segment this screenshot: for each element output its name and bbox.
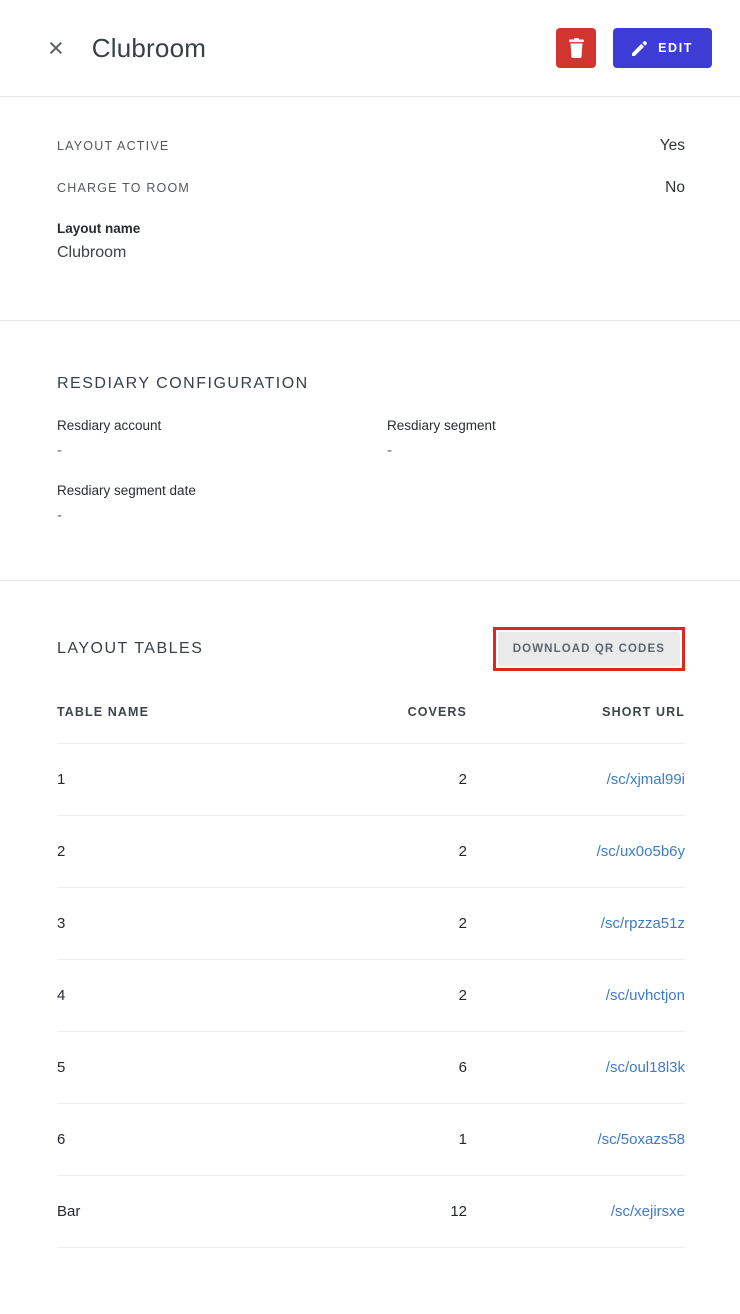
resdiary-account-value: - xyxy=(57,442,62,459)
table-row: 2 2 /sc/ux0o5b6y xyxy=(57,816,685,888)
table-name-cell: Bar xyxy=(57,1203,81,1220)
pencil-icon xyxy=(632,40,648,56)
resdiary-segment-label: Resdiary segment xyxy=(387,418,496,433)
panel-header: × Clubroom EDIT xyxy=(0,0,740,97)
layout-name-value: Clubroom xyxy=(57,244,127,261)
covers-cell: 2 xyxy=(458,987,467,1004)
short-url-link[interactable]: /sc/rpzza51z xyxy=(467,915,685,932)
resdiary-heading: RESDIARY CONFIGURATION xyxy=(57,375,309,392)
edit-button-label: EDIT xyxy=(658,41,693,55)
layout-active-label: LAYOUT ACTIVE xyxy=(57,139,170,153)
table-header-row: TABLE NAME COVERS SHORT URL xyxy=(57,705,685,744)
layout-name-label: Layout name xyxy=(57,221,141,236)
column-header-short-url: SHORT URL xyxy=(602,705,685,719)
covers-cell: 6 xyxy=(458,1059,467,1076)
charge-to-room-label: CHARGE TO ROOM xyxy=(57,181,191,195)
covers-cell: 12 xyxy=(450,1203,467,1220)
download-qr-codes-highlight: DOWNLOAD QR CODES xyxy=(492,627,685,671)
resdiary-segment-field: Resdiary segment - xyxy=(387,418,685,459)
resdiary-fields: Resdiary account - Resdiary segment - Re… xyxy=(57,418,685,524)
table-row: 3 2 /sc/rpzza51z xyxy=(57,888,685,960)
short-url-link[interactable]: /sc/xjmal99i xyxy=(467,771,685,788)
summary-row-layout-active: LAYOUT ACTIVE Yes xyxy=(57,137,685,155)
table-row: 1 2 /sc/xjmal99i xyxy=(57,744,685,816)
delete-button[interactable] xyxy=(556,28,597,68)
table-name-cell: 6 xyxy=(57,1131,66,1148)
resdiary-segment-date-field: Resdiary segment date - xyxy=(57,483,387,524)
resdiary-account-field: Resdiary account - xyxy=(57,418,387,459)
covers-cell: 2 xyxy=(458,771,467,788)
short-url-link[interactable]: /sc/uvhctjon xyxy=(467,987,685,1004)
covers-cell: 2 xyxy=(458,915,467,932)
column-header-covers: COVERS xyxy=(407,705,467,719)
layout-tables-header-bar: LAYOUT TABLES DOWNLOAD QR CODES xyxy=(57,627,685,671)
trash-icon xyxy=(568,38,585,58)
summary-row-charge-to-room: CHARGE TO ROOM No xyxy=(57,179,685,197)
covers-cell: 1 xyxy=(458,1131,467,1148)
resdiary-section: RESDIARY CONFIGURATION Resdiary account … xyxy=(0,321,740,581)
resdiary-account-label: Resdiary account xyxy=(57,418,162,433)
charge-to-room-value: No xyxy=(665,179,685,196)
covers-cell: 2 xyxy=(458,843,467,860)
layout-tables-section: LAYOUT TABLES DOWNLOAD QR CODES TABLE NA… xyxy=(0,581,740,1248)
close-icon[interactable]: × xyxy=(48,34,64,62)
summary-section: LAYOUT ACTIVE Yes CHARGE TO ROOM No Layo… xyxy=(0,97,740,321)
resdiary-segment-date-label: Resdiary segment date xyxy=(57,483,196,498)
layout-active-value: Yes xyxy=(659,137,685,154)
page-title: Clubroom xyxy=(91,32,207,63)
table-name-cell: 1 xyxy=(57,771,66,788)
download-qr-codes-button[interactable]: DOWNLOAD QR CODES xyxy=(497,632,680,666)
table-row: 4 2 /sc/uvhctjon xyxy=(57,960,685,1032)
short-url-link[interactable]: /sc/xejirsxe xyxy=(467,1203,685,1220)
layout-name-field: Layout name Clubroom xyxy=(57,221,685,262)
layout-tables-heading: LAYOUT TABLES xyxy=(57,640,204,657)
table-name-cell: 2 xyxy=(57,843,66,860)
table-row: Bar 12 /sc/xejirsxe xyxy=(57,1176,685,1248)
short-url-link[interactable]: /sc/ux0o5b6y xyxy=(467,843,685,860)
table-name-cell: 5 xyxy=(57,1059,66,1076)
table-row: 5 6 /sc/oul18l3k xyxy=(57,1032,685,1104)
short-url-link[interactable]: /sc/5oxazs58 xyxy=(467,1131,685,1148)
table-name-cell: 4 xyxy=(57,987,66,1004)
column-header-table-name: TABLE NAME xyxy=(57,705,150,719)
resdiary-segment-date-value: - xyxy=(57,507,62,524)
resdiary-segment-value: - xyxy=(387,442,392,459)
table-row: 6 1 /sc/5oxazs58 xyxy=(57,1104,685,1176)
short-url-link[interactable]: /sc/oul18l3k xyxy=(467,1059,685,1076)
edit-button[interactable]: EDIT xyxy=(613,28,712,68)
table-name-cell: 3 xyxy=(57,915,66,932)
